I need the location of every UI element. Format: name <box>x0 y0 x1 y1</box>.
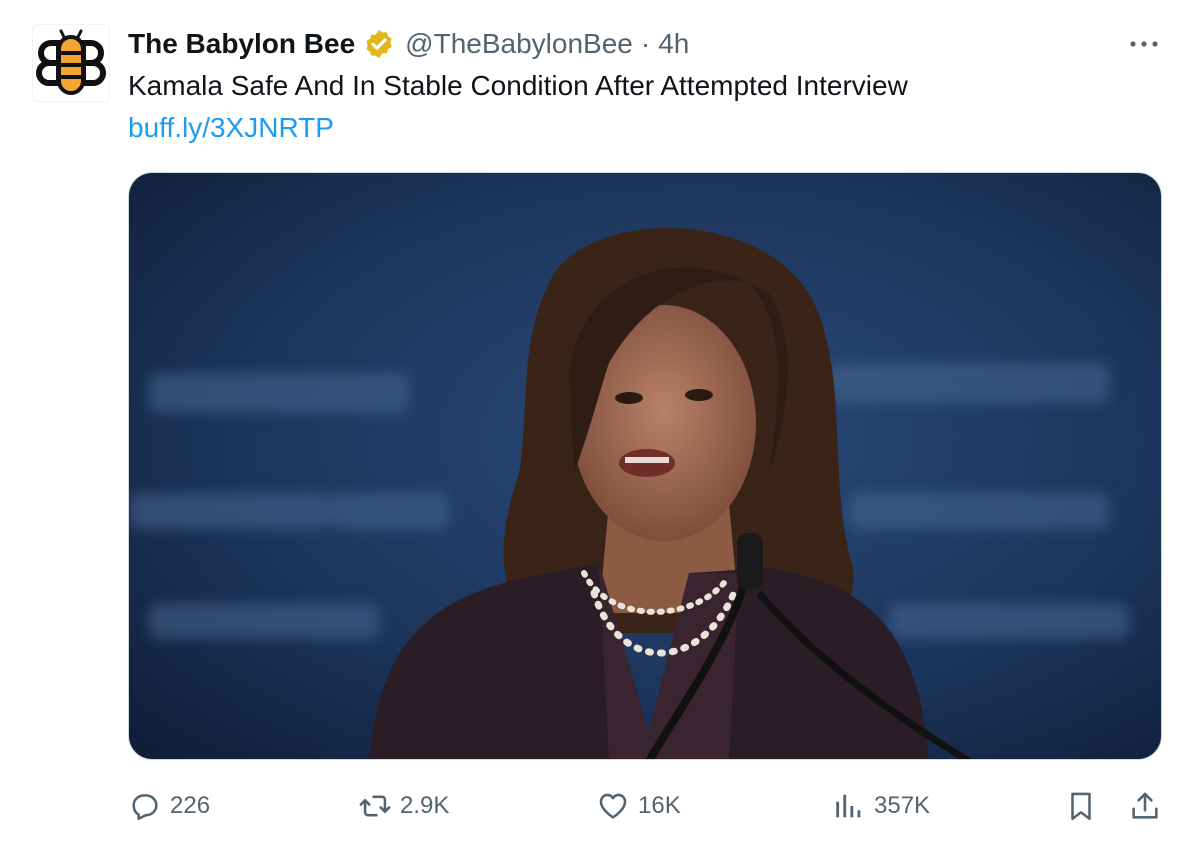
views-count: 357K <box>874 792 931 819</box>
like-count: 16K <box>638 792 681 819</box>
separator-dot: · <box>640 28 651 59</box>
tweet-media-image[interactable] <box>128 172 1162 760</box>
tweet-link[interactable]: buff.ly/3XJNRTP <box>128 112 334 144</box>
retweet-count: 2.9K <box>400 792 450 819</box>
verified-badge-icon <box>366 30 392 58</box>
share-button[interactable] <box>1128 782 1162 830</box>
views-button[interactable]: 357K <box>832 782 930 830</box>
babylon-bee-logo-icon <box>36 29 106 95</box>
reply-button[interactable]: 226 <box>128 782 210 830</box>
tweet-header: The Babylon Bee @TheBabylonBee · 4h <box>128 24 689 64</box>
author-name[interactable]: The Babylon Bee <box>128 28 355 60</box>
more-options-button[interactable] <box>1124 28 1164 60</box>
bookmark-icon <box>1071 792 1091 821</box>
reply-count: 226 <box>170 792 211 819</box>
bookmark-button[interactable] <box>1064 782 1098 830</box>
action-bar: 226 2.9K 16K 357K <box>128 782 1168 830</box>
like-button[interactable]: 16K <box>596 782 681 830</box>
tweet-text: Kamala Safe And In Stable Condition Afte… <box>128 70 908 101</box>
views-chart-icon <box>836 794 861 818</box>
author-handle[interactable]: @TheBabylonBee <box>405 28 633 60</box>
photo-of-speaker-at-microphone <box>129 173 1161 759</box>
heart-icon <box>599 793 627 819</box>
more-horizontal-icon <box>1130 41 1158 47</box>
avatar[interactable] <box>32 24 110 102</box>
reply-icon <box>132 794 158 821</box>
retweet-button[interactable]: 2.9K <box>358 782 449 830</box>
tweet-card[interactable]: The Babylon Bee @TheBabylonBee · 4h Kama… <box>0 0 1196 848</box>
timestamp[interactable]: 4h <box>658 28 689 60</box>
retweet-icon <box>359 795 391 817</box>
share-icon <box>1132 792 1158 819</box>
